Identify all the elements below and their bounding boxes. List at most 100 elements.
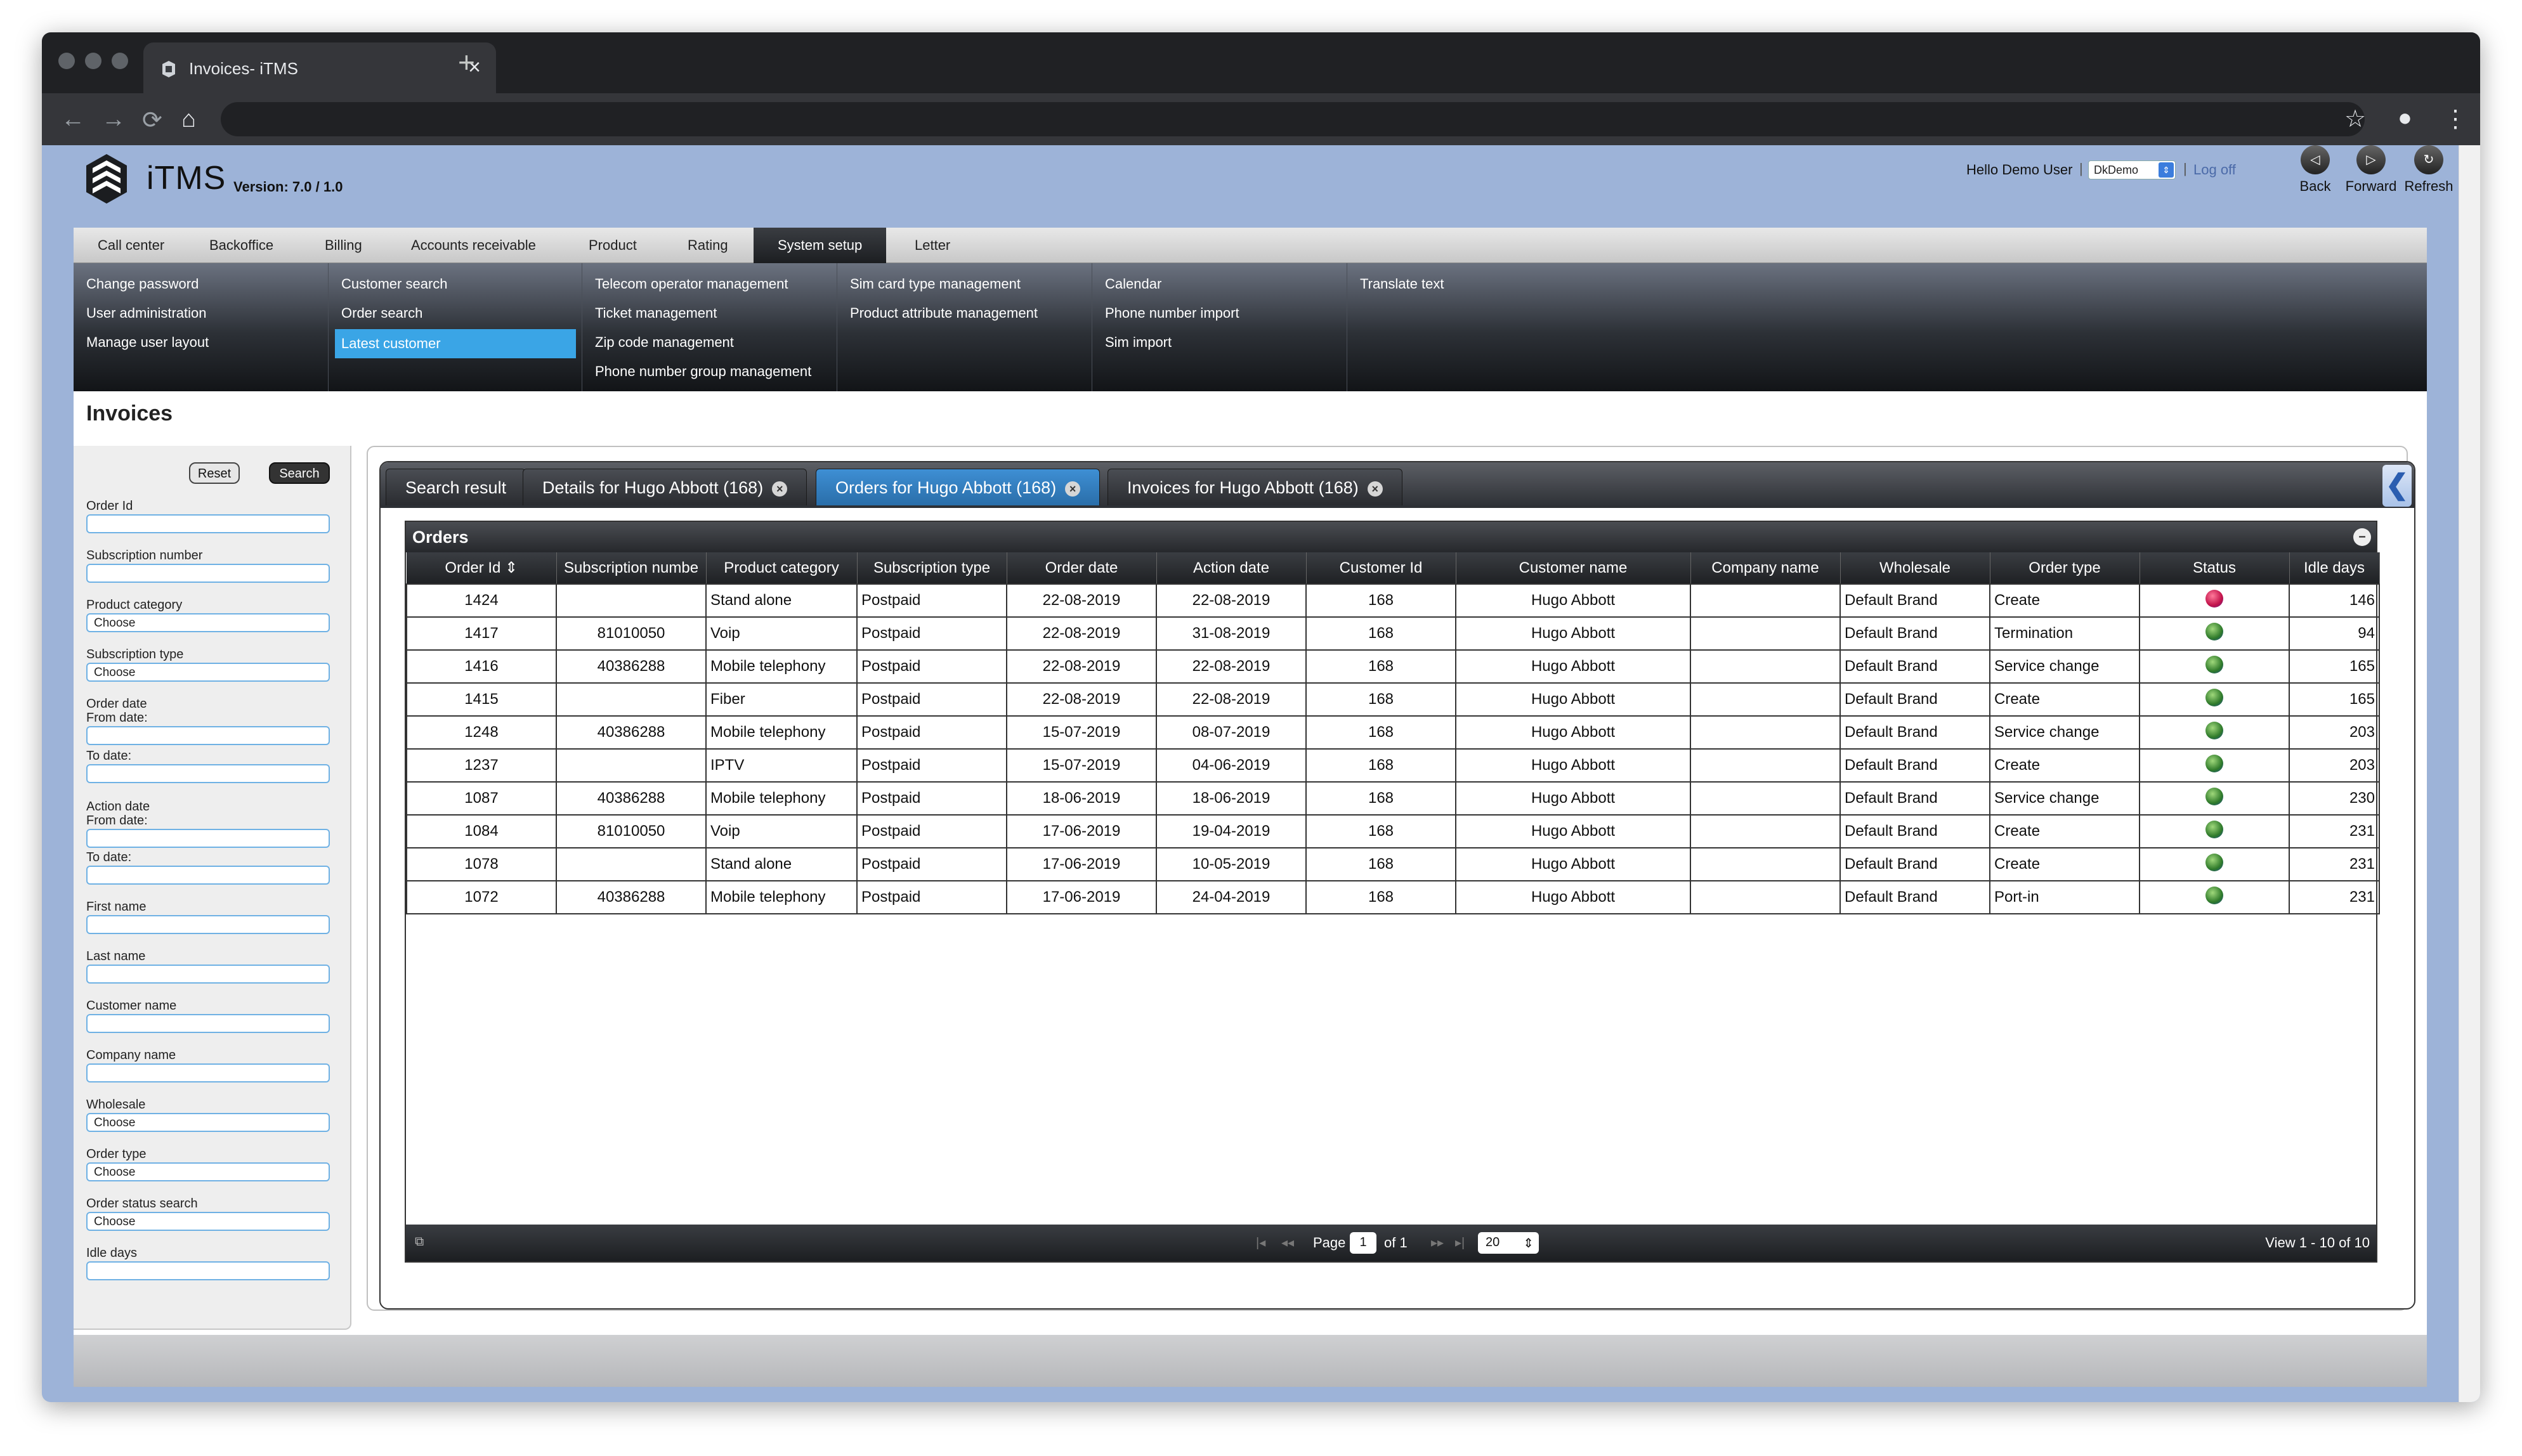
back-arrow-icon[interactable]: ← — [61, 106, 85, 133]
table-row[interactable]: 1237 IPTV Postpaid 15-07-2019 04-06-2019 168 H… — [406, 748, 2380, 783]
page-scrollbar[interactable] — [2459, 145, 2480, 1402]
next-page-icon[interactable]: ▸▸ — [1431, 1235, 1444, 1251]
company-select[interactable]: DkDemo ⇕ — [2088, 160, 2176, 179]
menu-user-administration[interactable]: User administration — [86, 305, 207, 322]
close-tab-icon[interactable]: × — [1065, 481, 1081, 497]
maximize-window-button[interactable] — [112, 53, 128, 69]
home-icon[interactable]: ⌂ — [181, 106, 196, 133]
menu-translate-text[interactable]: Translate text — [1360, 276, 1444, 292]
address-bar[interactable] — [221, 102, 2365, 136]
column-header[interactable]: Subscription numbe — [556, 552, 707, 584]
nav-rating[interactable]: Rating — [663, 228, 752, 263]
order-date-to-input[interactable] — [86, 764, 330, 783]
column-header[interactable]: Order date — [1007, 552, 1157, 584]
table-row[interactable]: 1078 Stand alone Postpaid 17-06-2019 10-05-2… — [406, 847, 2380, 881]
wholesale-select[interactable]: Choose — [86, 1113, 330, 1132]
table-row[interactable]: 1424 Stand alone Postpaid 22-08-2019 22-08-2… — [406, 583, 2380, 618]
rows-per-page-select[interactable]: 20 ⇕ — [1478, 1232, 1539, 1254]
column-header[interactable]: Order type — [1990, 552, 2140, 584]
idle-days-input[interactable] — [86, 1261, 330, 1280]
table-row[interactable]: 1248 40386288 Mobile telephony Postpaid 15-0… — [406, 715, 2380, 750]
column-header[interactable]: Customer Id — [1306, 552, 1456, 584]
account-icon[interactable]: ● — [2398, 105, 2412, 132]
column-header[interactable]: Product category — [706, 552, 858, 584]
nav-system-setup[interactable]: System setup — [754, 228, 887, 263]
close-window-button[interactable] — [58, 53, 75, 69]
table-row[interactable]: 1087 40386288 Mobile telephony Postpaid 18-0… — [406, 781, 2380, 816]
column-header[interactable]: Idle days — [2289, 552, 2380, 584]
browser-tab[interactable]: Invoices- iTMS × — [143, 42, 496, 93]
tab-search-result[interactable]: Search result — [386, 469, 526, 505]
nav-backoffice[interactable]: Backoffice — [185, 228, 297, 263]
order-date-from-input[interactable] — [86, 726, 330, 745]
search-button[interactable]: Search — [269, 462, 330, 484]
nav-product[interactable]: Product — [565, 228, 661, 263]
prev-page-icon[interactable]: ◂◂ — [1281, 1235, 1294, 1251]
column-header[interactable]: Wholesale — [1840, 552, 1990, 584]
product-category-select[interactable]: Choose — [86, 613, 330, 632]
minimize-window-button[interactable] — [85, 53, 101, 69]
back-button[interactable]: ◁ Back — [2294, 145, 2337, 195]
menu-phone-number-import[interactable]: Phone number import — [1105, 305, 1239, 322]
new-tab-icon[interactable]: + — [458, 45, 475, 79]
column-header[interactable]: Action date — [1156, 552, 1307, 584]
subscription-type-select[interactable]: Choose — [86, 663, 330, 682]
reset-button[interactable]: Reset — [189, 462, 240, 484]
page-number-input[interactable]: 1 — [1350, 1232, 1376, 1254]
menu-sim-import[interactable]: Sim import — [1105, 334, 1172, 351]
grid-options-icon[interactable]: ⧉ — [415, 1235, 424, 1249]
bookmark-star-icon[interactable]: ☆ — [2344, 105, 2366, 133]
tab-invoices[interactable]: Invoices for Hugo Abbott (168) × — [1107, 469, 1402, 505]
menu-product-attribute-management[interactable]: Product attribute management — [850, 305, 1038, 322]
reload-icon[interactable]: ⟳ — [142, 106, 162, 134]
menu-zip-code-management[interactable]: Zip code management — [595, 334, 734, 351]
column-header[interactable]: Status — [2140, 552, 2290, 584]
nav-letter[interactable]: Letter — [891, 228, 974, 263]
menu-manage-user-layout[interactable]: Manage user layout — [86, 334, 209, 351]
first-name-input[interactable] — [86, 915, 330, 934]
menu-latest-customer[interactable]: Latest customer — [335, 329, 576, 358]
forward-button[interactable]: ▷ Forward — [2342, 145, 2400, 195]
nav-call-center[interactable]: Call center — [74, 228, 188, 263]
tab-orders[interactable]: Orders for Hugo Abbott (168) × — [816, 469, 1101, 505]
tab-details[interactable]: Details for Hugo Abbott (168) × — [523, 469, 807, 505]
refresh-button[interactable]: ↻ Refresh — [2400, 145, 2457, 195]
last-name-input[interactable] — [86, 965, 330, 984]
column-header[interactable]: Order Id ⇕ — [407, 552, 557, 584]
table-row[interactable]: 1415 Fiber Postpaid 22-08-2019 22-08-2019 168… — [406, 682, 2380, 717]
table-row[interactable]: 1072 40386288 Mobile telephony Postpaid 17-0… — [406, 880, 2380, 914]
table-row[interactable]: 1417 81010050 Voip Postpaid 22-08-2019 31-08-… — [406, 616, 2380, 651]
close-tab-icon[interactable]: × — [1367, 481, 1383, 497]
forward-arrow-icon[interactable]: → — [101, 106, 126, 133]
minimize-grid-icon[interactable]: – — [2353, 528, 2371, 546]
close-tab-icon[interactable]: × — [772, 481, 788, 497]
menu-sim-card-type-management[interactable]: Sim card type management — [850, 276, 1021, 292]
table-row[interactable]: 1084 81010050 Voip Postpaid 17-06-2019 19-04-… — [406, 814, 2380, 848]
order-status-select[interactable]: Choose — [86, 1212, 330, 1231]
nav-accounts-receivable[interactable]: Accounts receivable — [387, 228, 560, 263]
customer-name-input[interactable] — [86, 1014, 330, 1033]
column-header[interactable]: Customer name — [1456, 552, 1691, 584]
menu-ticket-management[interactable]: Ticket management — [595, 305, 717, 322]
menu-customer-search[interactable]: Customer search — [341, 276, 448, 292]
menu-calendar[interactable]: Calendar — [1105, 276, 1161, 292]
collapse-panel-icon[interactable]: ❮ — [2382, 465, 2412, 507]
subscription-number-input[interactable] — [86, 564, 330, 583]
action-date-to-input[interactable] — [86, 866, 330, 885]
menu-change-password[interactable]: Change password — [86, 276, 199, 292]
logoff-link[interactable]: Log off — [2193, 162, 2236, 178]
last-page-icon[interactable]: ▸| — [1455, 1235, 1465, 1251]
first-page-icon[interactable]: |◂ — [1256, 1235, 1265, 1251]
order-id-input[interactable] — [86, 514, 330, 533]
action-date-from-input[interactable] — [86, 829, 330, 848]
table-row[interactable]: 1416 40386288 Mobile telephony Postpaid 22-0… — [406, 649, 2380, 684]
column-header[interactable]: Subscription type — [857, 552, 1007, 584]
menu-order-search[interactable]: Order search — [341, 305, 422, 322]
column-header[interactable]: Company name — [1690, 552, 1841, 584]
menu-phone-number-group-management[interactable]: Phone number group management — [595, 363, 811, 380]
browser-menu-icon[interactable]: ⋮ — [2443, 105, 2467, 133]
order-type-select[interactable]: Choose — [86, 1162, 330, 1181]
company-name-input[interactable] — [86, 1063, 330, 1082]
nav-billing[interactable]: Billing — [301, 228, 386, 263]
menu-telecom-operator-management[interactable]: Telecom operator management — [595, 276, 788, 292]
